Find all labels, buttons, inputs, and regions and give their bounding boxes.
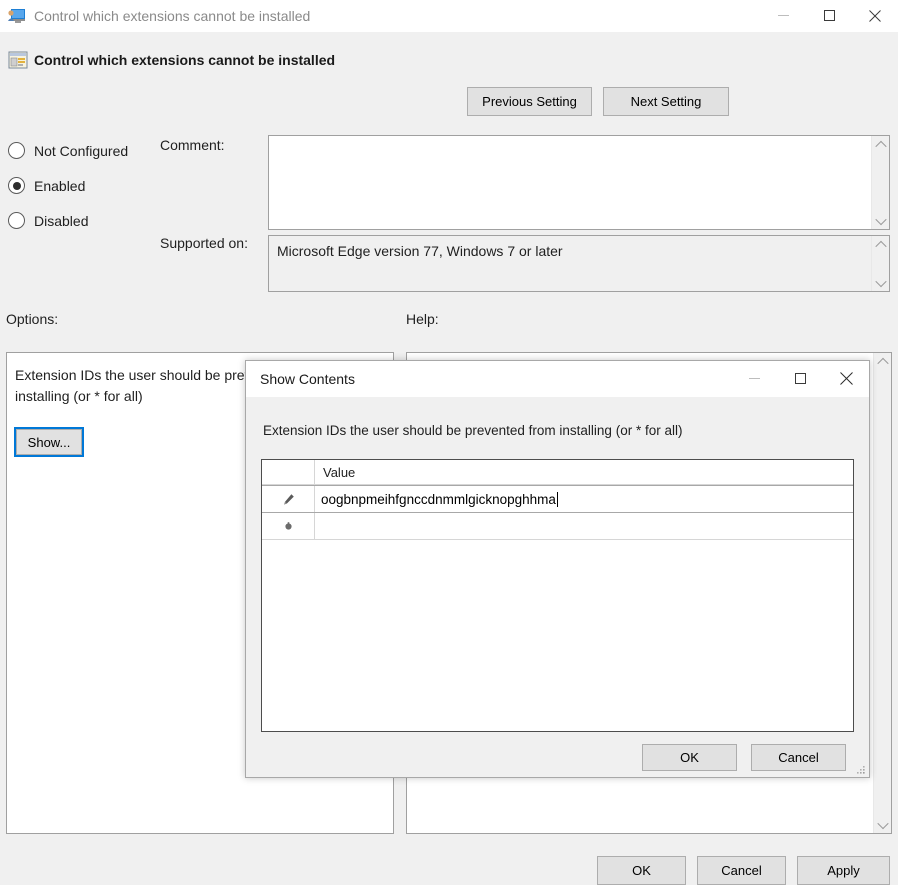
radio-disabled[interactable]: Disabled	[8, 212, 88, 229]
supported-scroll-up-icon[interactable]	[872, 236, 889, 253]
cancel-button[interactable]: Cancel	[697, 856, 786, 885]
minimize-button[interactable]	[760, 0, 806, 31]
comment-label: Comment:	[160, 137, 225, 153]
previous-setting-button[interactable]: Previous Setting	[467, 87, 592, 116]
grid-header-row: Value	[262, 460, 853, 485]
show-button[interactable]: Show...	[16, 429, 82, 455]
resize-grip[interactable]	[855, 763, 866, 774]
supported-on-label: Supported on:	[160, 235, 248, 251]
comment-textarea[interactable]	[268, 135, 890, 230]
window-titlebar: Control which extensions cannot be insta…	[0, 0, 898, 32]
supported-scroll-down-icon[interactable]	[872, 274, 889, 291]
dialog-title: Show Contents	[260, 371, 355, 387]
window-controls	[760, 0, 898, 32]
help-label: Help:	[406, 311, 439, 327]
radio-enabled-mark	[8, 177, 25, 194]
new-row-icon	[262, 513, 315, 539]
supported-on-textarea[interactable]: Microsoft Edge version 77, Windows 7 or …	[268, 235, 890, 292]
grid-column-value: Value	[315, 460, 853, 484]
page-title: Control which extensions cannot be insta…	[34, 52, 335, 68]
dialog-minimize-button[interactable]	[731, 361, 777, 396]
text-caret	[557, 492, 558, 507]
help-scroll-up-icon[interactable]	[874, 353, 891, 370]
window-title: Control which extensions cannot be insta…	[34, 8, 310, 24]
grid-corner-cell	[262, 460, 315, 484]
supported-on-scrollbar[interactable]	[871, 236, 889, 291]
help-scrollbar[interactable]	[873, 353, 891, 833]
radio-disabled-label: Disabled	[34, 213, 88, 229]
policy-monitor-icon	[8, 8, 26, 24]
dialog-ok-button[interactable]: OK	[642, 744, 737, 771]
table-row-new[interactable]	[262, 513, 853, 540]
dialog-maximize-button[interactable]	[777, 361, 823, 396]
radio-not-configured-mark	[8, 142, 25, 159]
apply-button[interactable]: Apply	[797, 856, 890, 885]
close-button[interactable]	[852, 0, 898, 31]
show-contents-dialog: Show Contents Extension IDs the user sho…	[245, 360, 870, 778]
help-scroll-down-icon[interactable]	[874, 816, 891, 833]
ok-button[interactable]: OK	[597, 856, 686, 885]
radio-disabled-mark	[8, 212, 25, 229]
dialog-window-controls	[731, 361, 869, 397]
policy-setting-icon	[8, 50, 28, 70]
radio-enabled-label: Enabled	[34, 178, 85, 194]
comment-scroll-down-icon[interactable]	[872, 212, 889, 229]
supported-on-value: Microsoft Edge version 77, Windows 7 or …	[277, 242, 867, 261]
pencil-icon	[262, 486, 315, 512]
dialog-prompt: Extension IDs the user should be prevent…	[263, 423, 682, 438]
value-cell[interactable]: oogbnpmeihfgnccdnmmlgicknopghhma	[315, 486, 853, 512]
comment-scrollbar[interactable]	[871, 136, 889, 229]
radio-enabled[interactable]: Enabled	[8, 177, 85, 194]
dialog-titlebar: Show Contents	[246, 361, 869, 397]
comment-scroll-up-icon[interactable]	[872, 136, 889, 153]
options-label: Options:	[6, 311, 58, 327]
radio-not-configured-label: Not Configured	[34, 143, 128, 159]
table-row[interactable]: oogbnpmeihfgnccdnmmlgicknopghhma	[262, 485, 853, 513]
value-grid[interactable]: Value oogbnpmeihfgnccdnmmlgicknopghhma	[261, 459, 854, 732]
dialog-cancel-button[interactable]: Cancel	[751, 744, 846, 771]
radio-not-configured[interactable]: Not Configured	[8, 142, 128, 159]
value-cell-empty[interactable]	[315, 513, 853, 539]
maximize-button[interactable]	[806, 0, 852, 31]
next-setting-button[interactable]: Next Setting	[603, 87, 729, 116]
dialog-close-button[interactable]	[823, 361, 869, 396]
value-cell-text: oogbnpmeihfgnccdnmmlgicknopghhma	[321, 492, 556, 507]
